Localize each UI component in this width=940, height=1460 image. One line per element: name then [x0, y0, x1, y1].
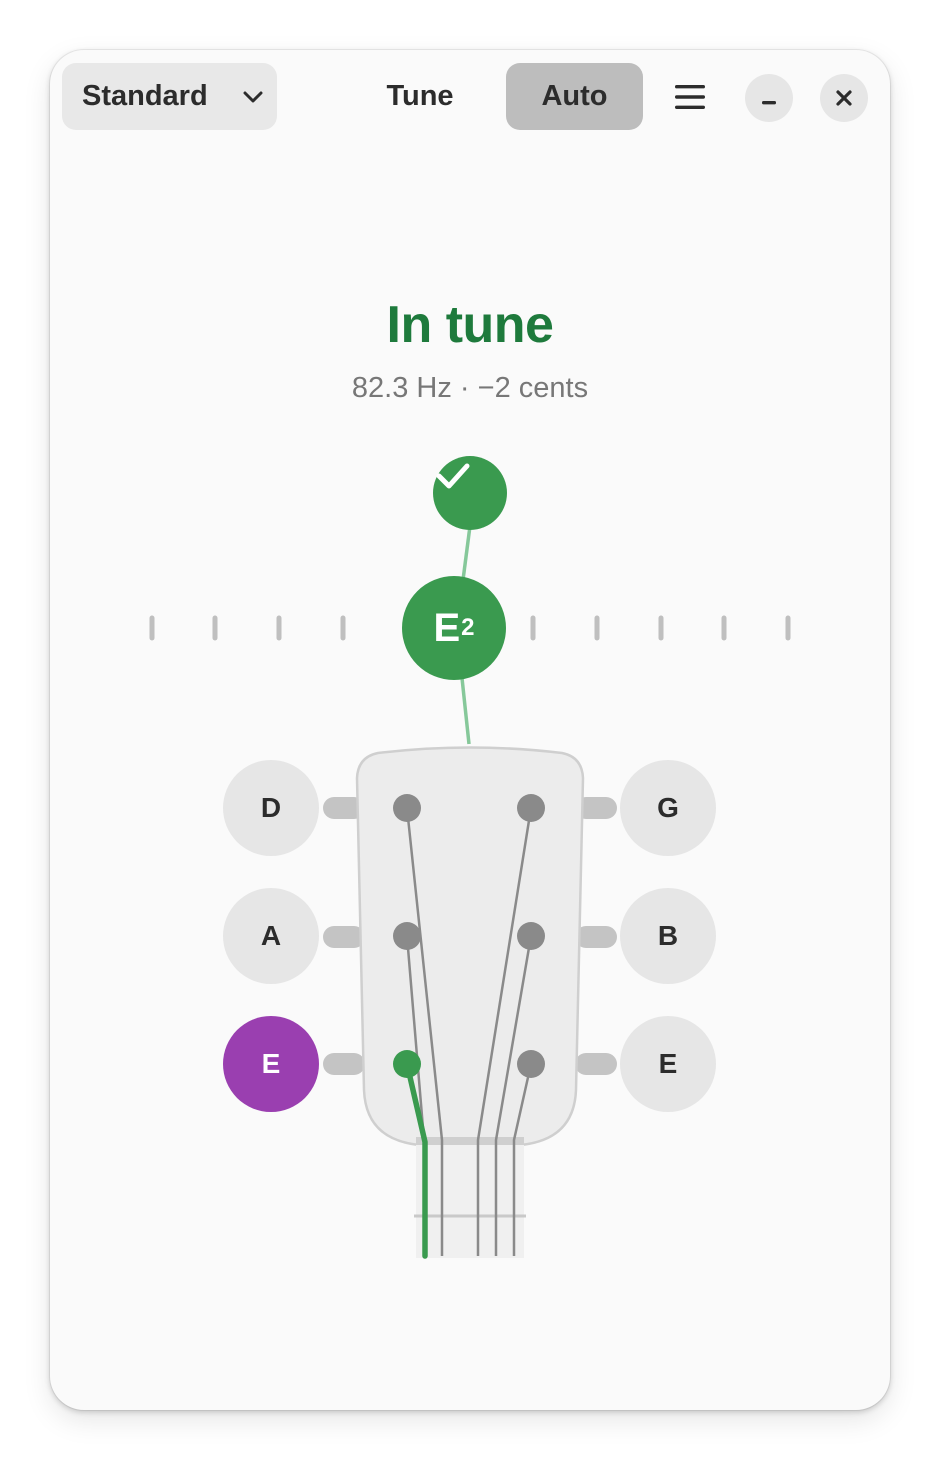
tuner-window: Standard Tune Auto In tune 82.3 Hz · −2 …	[50, 50, 890, 1410]
peg-stem	[575, 926, 617, 948]
string-note-label: E	[658, 1048, 678, 1079]
string-note-label: E	[261, 1048, 281, 1079]
tuning-post	[393, 794, 421, 822]
string-button-high-e[interactable]: E	[620, 1016, 716, 1112]
string-button-low-e[interactable]: E	[223, 1016, 319, 1112]
detected-note-indicator: E2	[402, 576, 506, 680]
string-note-label: D	[260, 792, 282, 823]
checkmark-icon	[436, 463, 470, 489]
string-button-b[interactable]: B	[620, 888, 716, 984]
detected-note-octave: 2	[461, 614, 475, 641]
tuner-graphic	[149, 525, 791, 1259]
tuning-post	[517, 922, 545, 950]
string-note-label: A	[260, 920, 282, 951]
peg-stem	[575, 1053, 617, 1075]
needle-line-upper	[461, 525, 472, 581]
guitar-neck	[414, 1137, 526, 1258]
tuning-post-active	[393, 1050, 421, 1078]
tuner-scene: E2 D A E G B E	[50, 50, 890, 1410]
tuning-post	[517, 1050, 545, 1078]
guitar-headstock	[355, 746, 585, 1147]
string-button-d[interactable]: D	[223, 760, 319, 856]
in-tune-badge	[433, 456, 507, 530]
string-button-a[interactable]: A	[223, 888, 319, 984]
tuning-post	[517, 794, 545, 822]
string-note-label: B	[657, 920, 679, 951]
string-button-g[interactable]: G	[620, 760, 716, 856]
string-note-label: G	[657, 792, 679, 823]
peg-stem	[323, 926, 365, 948]
detected-note-name: E	[433, 605, 461, 650]
needle-line-lower	[460, 677, 471, 745]
tuning-post	[393, 922, 421, 950]
peg-stem	[323, 1053, 365, 1075]
